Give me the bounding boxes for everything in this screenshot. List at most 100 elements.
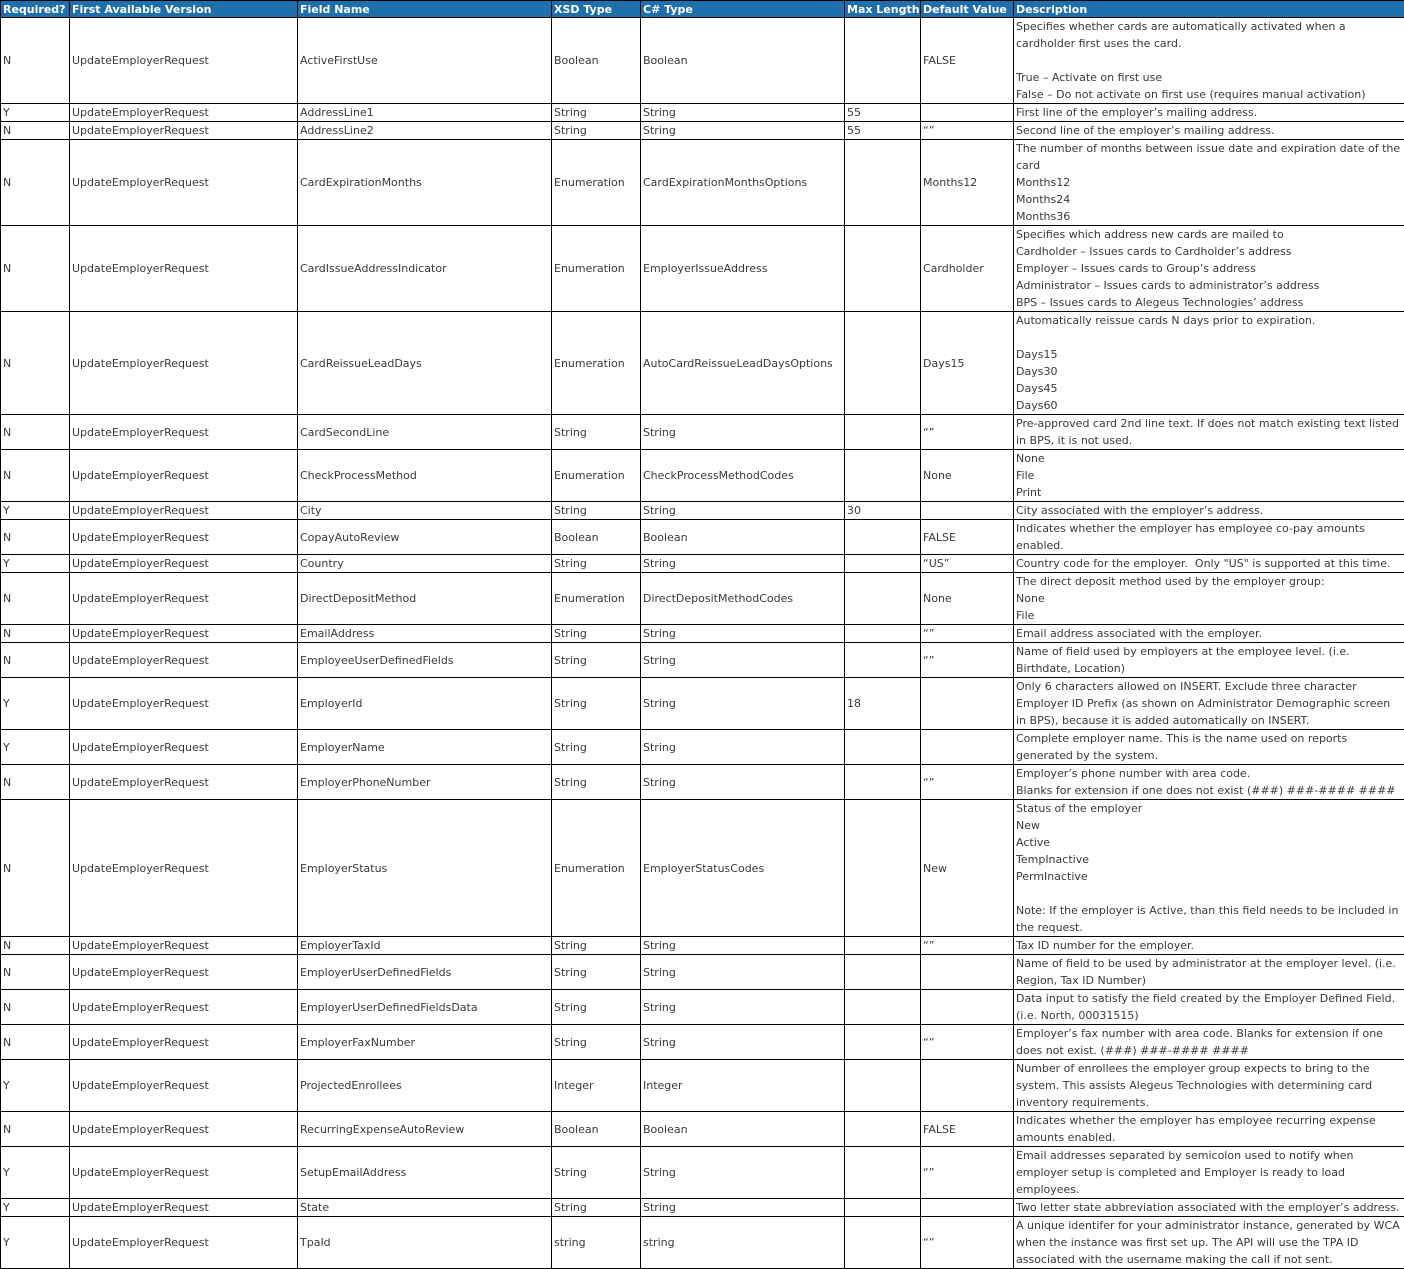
cs-type-cell: String [641,415,845,450]
table-row: NUpdateEmployerRequestCheckProcessMethod… [1,450,1404,502]
description-cell: Name of field to be used by administrato… [1014,955,1404,990]
field-name-cell: EmployerTaxId [298,937,552,955]
table-row: NUpdateEmployerRequestAddressLine2String… [1,122,1404,140]
description-cell: Employer’s fax number with area code. Bl… [1014,1025,1404,1060]
table-row: YUpdateEmployerRequestSetupEmailAddressS… [1,1147,1404,1199]
required-cell: N [1,450,70,502]
cs-type-cell: AutoCardReissueLeadDaysOptions [641,312,845,415]
field-name-cell: ActiveFirstUse [298,18,552,104]
default-value-cell: Days15 [921,312,1014,415]
table-row: NUpdateEmployerRequestCopayAutoReviewBoo… [1,520,1404,555]
default-value-cell: None [921,450,1014,502]
default-value-cell [921,502,1014,520]
description-cell: Pre-approved card 2nd line text. If does… [1014,415,1404,450]
required-cell: N [1,573,70,625]
max-length-cell [845,1025,921,1060]
cs-type-cell: String [641,643,845,678]
field-name-cell: EmployerStatus [298,800,552,937]
table-row: YUpdateEmployerRequestAddressLine1String… [1,104,1404,122]
table-row: YUpdateEmployerRequestEmployerIdStringSt… [1,678,1404,730]
default-value-cell [921,1060,1014,1112]
description-cell: Data input to satisfy the field created … [1014,990,1404,1025]
default-value-cell [921,678,1014,730]
default-value-cell: “” [921,122,1014,140]
field-name-cell: AddressLine2 [298,122,552,140]
required-cell: N [1,122,70,140]
field-name-cell: EmployerName [298,730,552,765]
default-value-cell: “” [921,1217,1014,1269]
xsd-type-cell: String [552,990,641,1025]
default-value-cell: “” [921,1147,1014,1199]
version-cell: UpdateEmployerRequest [70,312,298,415]
field-name-cell: CardIssueAddressIndicator [298,226,552,312]
xsd-type-cell: Enumeration [552,312,641,415]
default-value-cell: Months12 [921,140,1014,226]
field-name-cell: EmailAddress [298,625,552,643]
default-value-cell: FALSE [921,18,1014,104]
default-value-cell: “” [921,643,1014,678]
description-cell: Indicates whether the employer has emplo… [1014,1112,1404,1147]
default-value-cell [921,1199,1014,1217]
xsd-type-cell: Enumeration [552,226,641,312]
cs-type-cell: EmployerIssueAddress [641,226,845,312]
cs-type-cell: string [641,1217,845,1269]
cs-type-cell: String [641,122,845,140]
column-header-version: First Available Version [70,1,298,18]
max-length-cell [845,955,921,990]
xsd-type-cell: String [552,1199,641,1217]
column-header-description: Description [1014,1,1404,18]
column-header-default-value: Default Value [921,1,1014,18]
version-cell: UpdateEmployerRequest [70,415,298,450]
max-length-cell [845,1112,921,1147]
required-cell: N [1,955,70,990]
default-value-cell: FALSE [921,520,1014,555]
default-value-cell: FALSE [921,1112,1014,1147]
description-cell: Number of enrollees the employer group e… [1014,1060,1404,1112]
field-name-cell: EmployerId [298,678,552,730]
column-header-xsd-type: XSD Type [552,1,641,18]
max-length-cell [845,1147,921,1199]
version-cell: UpdateEmployerRequest [70,643,298,678]
table-row: NUpdateEmployerRequestCardSecondLineStri… [1,415,1404,450]
field-name-cell: AddressLine1 [298,104,552,122]
max-length-cell: 30 [845,502,921,520]
version-cell: UpdateEmployerRequest [70,520,298,555]
field-name-cell: SetupEmailAddress [298,1147,552,1199]
field-name-cell: CardReissueLeadDays [298,312,552,415]
field-name-cell: CardSecondLine [298,415,552,450]
cs-type-cell: String [641,555,845,573]
field-name-cell: City [298,502,552,520]
max-length-cell: 18 [845,678,921,730]
table-row: YUpdateEmployerRequestEmployerNameString… [1,730,1404,765]
field-name-cell: CardExpirationMonths [298,140,552,226]
cs-type-cell: EmployerStatusCodes [641,800,845,937]
max-length-cell [845,140,921,226]
table-row: NUpdateEmployerRequestEmployerPhoneNumbe… [1,765,1404,800]
table-row: NUpdateEmployerRequestEmployerTaxIdStrin… [1,937,1404,955]
table-row: YUpdateEmployerRequestCityStringString30… [1,502,1404,520]
max-length-cell [845,1199,921,1217]
field-name-cell: EmployerPhoneNumber [298,765,552,800]
table-row: NUpdateEmployerRequestActiveFirstUseBool… [1,18,1404,104]
default-value-cell: “” [921,415,1014,450]
field-name-cell: EmployerUserDefinedFieldsData [298,990,552,1025]
table-row: NUpdateEmployerRequestEmployerUserDefine… [1,990,1404,1025]
version-cell: UpdateEmployerRequest [70,450,298,502]
version-cell: UpdateEmployerRequest [70,1112,298,1147]
version-cell: UpdateEmployerRequest [70,1147,298,1199]
field-name-cell: EmployeeUserDefinedFields [298,643,552,678]
xsd-type-cell: Enumeration [552,140,641,226]
description-cell: Specifies which address new cards are ma… [1014,226,1404,312]
field-name-cell: CopayAutoReview [298,520,552,555]
xsd-type-cell: Enumeration [552,800,641,937]
required-cell: Y [1,678,70,730]
column-header-required: Required? [1,1,70,18]
required-cell: Y [1,1060,70,1112]
field-name-cell: RecurringExpenseAutoReview [298,1112,552,1147]
description-cell: None File Print [1014,450,1404,502]
default-value-cell: “” [921,765,1014,800]
description-cell: Tax ID number for the employer. [1014,937,1404,955]
max-length-cell [845,450,921,502]
version-cell: UpdateEmployerRequest [70,18,298,104]
cs-type-cell: String [641,1199,845,1217]
